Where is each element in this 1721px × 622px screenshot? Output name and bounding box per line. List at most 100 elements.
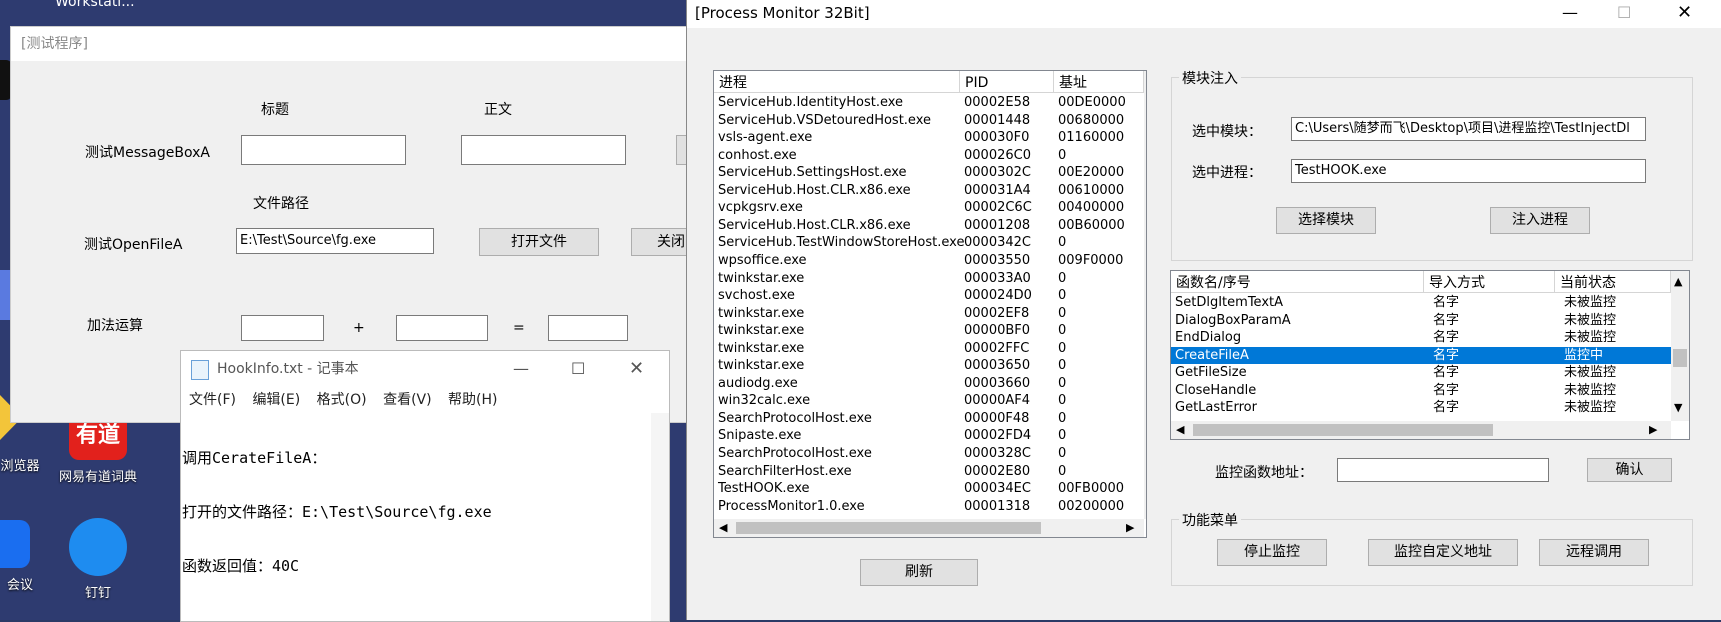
close-icon[interactable]: ✕ (1677, 0, 1692, 26)
desktop-icon-dingtalk[interactable]: 钉钉 (48, 518, 148, 601)
function-row[interactable]: CreateFileA 名字 监控中 (1171, 346, 1671, 364)
function-menu-group-label: 功能菜单 (1179, 510, 1241, 530)
scroll-left-icon[interactable]: ◀ (1176, 423, 1184, 436)
col-base-header[interactable]: 基址 (1054, 71, 1144, 93)
selected-module-input[interactable]: C:\Users\随梦而飞\Desktop\项目\进程监控\TestInject… (1291, 117, 1646, 141)
stop-monitor-button[interactable]: 停止监控 (1217, 539, 1327, 566)
function-row[interactable]: GetLastError 名字 未被监控 (1171, 399, 1671, 417)
process-pid-cell: 0000342C (964, 235, 1031, 251)
menu-edit[interactable]: 编辑(E) (252, 392, 300, 408)
process-list-vscrollbar[interactable]: ▲ ▼ (1144, 71, 1147, 519)
scroll-thumb[interactable] (1673, 349, 1687, 367)
function-row[interactable]: GetFileSize 名字 未被监控 (1171, 364, 1671, 382)
minimize-icon[interactable]: — (513, 351, 529, 387)
function-status-cell: 未被监控 (1564, 312, 1617, 328)
scroll-left-icon[interactable]: ◀ (719, 521, 727, 534)
process-row[interactable]: twinkstar.exe 00003650 0 (714, 357, 1144, 375)
selected-process-input[interactable]: TestHOOK.exe (1291, 159, 1646, 183)
process-row[interactable]: ServiceHub.Host.CLR.x86.exe 00001208 00B60… (714, 217, 1144, 235)
process-row[interactable]: svchost.exe 000024D0 0 (714, 287, 1144, 305)
process-row[interactable]: audiodg.exe 00003660 0 (714, 375, 1144, 393)
function-status-cell: 未被监控 (1564, 295, 1617, 310)
process-row[interactable]: ServiceHub.VSDetouredHost.exe 00001448 006… (714, 112, 1144, 130)
process-row[interactable]: ServiceHub.TestWindowStoreHost.exe 000034… (714, 234, 1144, 252)
scroll-thumb[interactable] (1146, 443, 1147, 495)
hscroll-thumb[interactable] (736, 522, 1041, 534)
confirm-button[interactable]: 确认 (1587, 458, 1672, 482)
process-row[interactable]: vcpkgsrv.exe 00002C6C 00400000 (714, 199, 1144, 217)
close-file-button[interactable]: 关闭 (631, 228, 691, 256)
desktop-icon-label: 会议 (6, 578, 33, 593)
maximize-icon[interactable]: ☐ (571, 351, 585, 387)
process-row[interactable]: SearchFilterHost.exe 00002E80 0 (714, 463, 1144, 481)
process-row[interactable]: TestHOOK.exe 000034EC 00FB0000 (714, 480, 1144, 498)
process-row[interactable]: vsls-agent.exe 000030F0 01160000 (714, 129, 1144, 147)
select-module-button[interactable]: 选择模块 (1276, 207, 1376, 234)
col-pid-header[interactable]: PID (960, 71, 1054, 93)
function-import-cell: 名字 (1433, 365, 1460, 380)
custom-address-button[interactable]: 监控自定义地址 (1368, 539, 1518, 566)
desktop-icon-meeting[interactable]: 会议 (0, 520, 50, 593)
process-base-cell: 0 (1058, 358, 1067, 374)
open-file-button[interactable]: 打开文件 (479, 228, 599, 256)
monitor-address-input[interactable] (1337, 458, 1549, 482)
process-base-cell: 0 (1058, 305, 1067, 321)
inject-process-button[interactable]: 注入进程 (1490, 207, 1590, 234)
process-row[interactable]: twinkstar.exe 00002FFC 0 (714, 340, 1144, 358)
close-icon[interactable]: ✕ (629, 351, 644, 387)
process-row[interactable]: ServiceHub.IdentityHost.exe 00002E58 00DE0… (714, 94, 1144, 112)
process-row[interactable]: twinkstar.exe 000033A0 0 (714, 270, 1144, 288)
scroll-up-icon[interactable]: ▲ (1674, 275, 1682, 288)
process-name-cell: ServiceHub.IdentityHost.exe (718, 95, 904, 110)
remote-call-button[interactable]: 远程调用 (1539, 539, 1649, 566)
scroll-right-icon[interactable]: ▶ (1649, 423, 1657, 436)
maximize-icon[interactable]: ☐ (1617, 0, 1631, 26)
msgbox-title-input[interactable] (241, 135, 406, 165)
function-list-hscrollbar[interactable]: ◀ ▶ (1171, 421, 1671, 439)
process-row[interactable]: wpsoffice.exe 00003550 009F0000 (714, 252, 1144, 270)
menu-help[interactable]: 帮助(H) (448, 392, 497, 408)
process-row[interactable]: SearchProtocolHost.exe 0000328C 0 (714, 445, 1144, 463)
partial-app-icon[interactable] (0, 270, 10, 320)
col-import-header[interactable]: 导入方式 (1424, 271, 1555, 293)
meeting-icon (0, 520, 30, 568)
process-row[interactable]: ProcessMonitor1.0.exe 00001318 00200000 (714, 498, 1144, 516)
menu-format[interactable]: 格式(O) (317, 392, 367, 408)
refresh-button[interactable]: 刷新 (860, 559, 978, 586)
process-row[interactable]: Snipaste.exe 00002FD4 0 (714, 427, 1144, 445)
function-list[interactable]: 函数名/序号 导入方式 当前状态 SetDlgItemTextA 名字 未被监控 Di… (1170, 270, 1690, 440)
process-pid-cell: 00001448 (964, 112, 1031, 128)
process-row[interactable]: twinkstar.exe 00000BF0 0 (714, 322, 1144, 340)
msgbox-body-input[interactable] (461, 135, 626, 165)
process-list[interactable]: 进程 PID 基址 ServiceHub.IdentityHost.exe 000… (713, 70, 1147, 538)
notepad-text-area[interactable]: 调用CerateFileA： 打开的文件路径：E:\Test\Source\fg… (181, 413, 669, 611)
menu-file[interactable]: 文件(F) (189, 392, 236, 408)
process-row[interactable]: win32calc.exe 00000AF4 0 (714, 392, 1144, 410)
process-row[interactable]: ServiceHub.Host.CLR.x86.exe 000031A4 00610… (714, 182, 1144, 200)
process-row[interactable]: ServiceHub.SettingsHost.exe 0000302C 00E20… (714, 164, 1144, 182)
scroll-right-icon[interactable]: ▶ (1126, 521, 1134, 534)
function-row[interactable]: DialogBoxParamA 名字 未被监控 (1171, 312, 1671, 330)
process-row[interactable]: SearchProtocolHost.exe 00000F48 0 (714, 410, 1144, 428)
process-list-hscrollbar[interactable]: ◀ ▶ (714, 519, 1144, 537)
process-row[interactable]: twinkstar.exe 00002EF8 0 (714, 305, 1144, 323)
hscroll-thumb[interactable] (1193, 424, 1493, 436)
file-path-input[interactable]: E:\Test\Source\fg.exe (236, 228, 434, 254)
notepad-vscrollbar[interactable] (651, 413, 669, 621)
function-row[interactable]: SetDlgItemTextA 名字 未被监控 (1171, 294, 1671, 312)
function-row[interactable]: EndDialog 名字 未被监控 (1171, 329, 1671, 347)
col-funcname-header[interactable]: 函数名/序号 (1171, 271, 1424, 293)
add-result-input[interactable] (548, 315, 628, 341)
add-operand-a-input[interactable] (241, 315, 324, 341)
add-operand-b-input[interactable] (396, 315, 488, 341)
function-row[interactable]: CloseHandle 名字 未被监控 (1171, 382, 1671, 400)
function-list-vscrollbar[interactable]: ▲ ▼ (1671, 271, 1689, 421)
process-name-cell: ProcessMonitor1.0.exe (718, 498, 865, 514)
scroll-down-icon[interactable]: ▼ (1674, 401, 1682, 414)
menu-view[interactable]: 查看(V) (383, 392, 432, 408)
col-process-header[interactable]: 进程 (714, 71, 960, 93)
col-status-header[interactable]: 当前状态 (1555, 271, 1671, 293)
process-row[interactable]: conhost.exe 000026C0 0 (714, 147, 1144, 165)
minimize-icon[interactable]: — (1562, 0, 1578, 26)
process-base-cell: 0 (1058, 446, 1067, 461)
